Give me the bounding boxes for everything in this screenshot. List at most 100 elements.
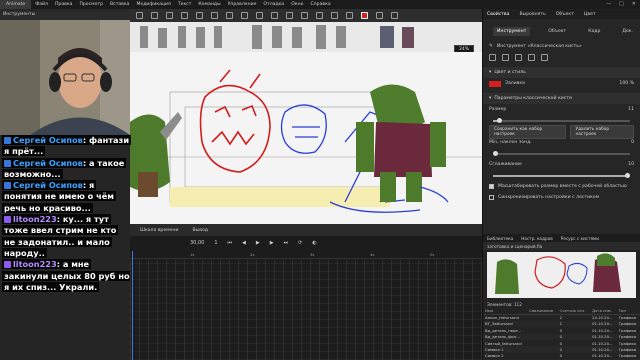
onion-skin-icon[interactable]: ◐ [312, 240, 316, 246]
menu-edit[interactable]: Правка [55, 2, 72, 7]
tilt-slider[interactable] [493, 150, 630, 156]
streamer-webcam-image [0, 20, 130, 135]
brush-lock-icon[interactable] [515, 54, 522, 61]
oval-tool-icon[interactable] [256, 12, 263, 19]
swap-colors-icon[interactable] [391, 12, 398, 19]
tab-frame-presets[interactable]: Настр. кадров [521, 236, 552, 241]
lasso-tool-icon[interactable] [181, 12, 188, 19]
subtab-tool[interactable]: Инструмент [493, 26, 531, 36]
paint-bucket-icon[interactable] [316, 12, 323, 19]
pen-tool-icon[interactable] [196, 12, 203, 19]
menu-debug[interactable]: Отладка [263, 2, 284, 7]
menu-bar: Animate Файл Правка Просмотр Вставка Мод… [0, 0, 640, 9]
tab-object[interactable]: Объект [556, 12, 574, 17]
subtab-object[interactable]: Объект [544, 27, 570, 36]
smoothing-value[interactable]: 10 [628, 162, 634, 167]
user-badge-icon [4, 182, 11, 190]
tab-timeline[interactable]: Шкала времени [140, 228, 178, 233]
scale-with-stage-checkbox[interactable] [489, 184, 494, 189]
fill-color-swatch[interactable] [489, 80, 501, 87]
eraser-tool-icon[interactable] [346, 12, 353, 19]
tilt-label: Min, наклон зонд. [489, 140, 532, 145]
delete-preset-button[interactable]: Удалить набор настроек [570, 124, 634, 139]
timeline-ruler[interactable]: 1s 2s 3s 4s 5s [130, 251, 482, 259]
bone-tool-icon[interactable] [301, 12, 308, 19]
smoothing-slider-fill [493, 174, 628, 177]
tilt-value[interactable]: 0 [631, 140, 634, 145]
sync-eraser-label: Синхронизировать настройки с ластиком [498, 195, 600, 200]
stream-chat-overlay: Сергей Осипов: фантази я прёт... Сергей … [0, 135, 132, 360]
smoothing-slider-knob[interactable] [624, 172, 630, 178]
fill-color-swatch[interactable] [376, 12, 383, 19]
last-frame-icon[interactable]: ⏭ [284, 240, 289, 246]
brush-tool-icon[interactable] [286, 12, 293, 19]
menu-view[interactable]: Просмотр [79, 2, 103, 7]
playhead[interactable] [132, 251, 133, 360]
line-tool-icon[interactable] [226, 12, 233, 19]
subselect-tool-icon[interactable] [151, 12, 158, 19]
chat-username: litoon223 [13, 214, 57, 225]
brush-section-header[interactable]: ▾ Параметры классической кисти [483, 93, 640, 104]
tab-color[interactable]: Цвет [584, 12, 596, 17]
stroke-color-swatch[interactable] [361, 12, 368, 19]
fps-display[interactable]: 30,00 [190, 240, 204, 246]
stage-canvas[interactable] [130, 52, 482, 224]
save-preset-button[interactable]: Сохранить как набор настроек [489, 124, 567, 139]
menu-text[interactable]: Текст [178, 2, 192, 7]
size-label: Размер [489, 107, 507, 112]
tab-properties[interactable]: Свойства [487, 12, 509, 17]
brush-mode-row [483, 52, 640, 63]
brush-shape-icon[interactable] [502, 54, 509, 61]
brush-mode-icon[interactable] [489, 54, 496, 61]
subtab-document[interactable]: Док. [618, 27, 637, 36]
menu-file[interactable]: Файл [35, 2, 48, 7]
column-header[interactable]: Связывание [527, 308, 558, 315]
eyedropper-icon[interactable] [331, 12, 338, 19]
selection-tool-icon[interactable] [136, 12, 143, 19]
menu-help[interactable]: Справка [310, 2, 330, 7]
tool-name: Инструмент «Классическая кисть» [496, 44, 582, 49]
minimize-button[interactable]: — [606, 1, 611, 7]
sync-eraser-checkbox[interactable] [489, 195, 494, 200]
smoothing-row: Сглаживание 10 [483, 159, 640, 170]
fill-alpha[interactable]: 100 % [619, 81, 634, 86]
preset-row: Сохранить как набор настроек Удалить наб… [483, 124, 640, 139]
brush-pressure-icon[interactable] [528, 54, 535, 61]
tab-output[interactable]: Вывод [192, 228, 207, 233]
ruler-mark: 4s [370, 252, 375, 257]
size-slider-knob[interactable] [497, 117, 503, 123]
chat-username: Сергей Осипов [13, 180, 83, 191]
tilt-slider-knob[interactable] [493, 150, 498, 156]
rectangle-tool-icon[interactable] [241, 12, 248, 19]
tab-brush-library[interactable]: Ресурс с кистями [561, 236, 599, 241]
tab-library[interactable]: Библиотека [487, 236, 513, 241]
menu-control[interactable]: Управление [228, 2, 257, 7]
frame-display[interactable]: 1 [214, 240, 217, 246]
menu-commands[interactable]: Команды [198, 2, 220, 7]
menu-window[interactable]: Окно [291, 2, 303, 7]
menu-insert[interactable]: Вставка [110, 2, 129, 7]
text-tool-icon[interactable] [211, 12, 218, 19]
column-header[interactable]: Счетчик исп. [557, 308, 591, 315]
tab-align[interactable]: Выровнять [519, 12, 545, 17]
menu-modify[interactable]: Модификация [136, 2, 170, 7]
size-value[interactable]: 11 [628, 107, 634, 112]
prev-frame-icon[interactable]: ◀ [242, 240, 246, 246]
play-icon[interactable]: ▶ [256, 240, 260, 246]
loop-icon[interactable]: ⟳ [298, 240, 302, 246]
next-frame-icon[interactable]: ▶ [270, 240, 274, 246]
fill-section-header[interactable]: ▾ Цвет и стиль [483, 67, 640, 78]
transform-tool-icon[interactable] [166, 12, 173, 19]
subtab-frame[interactable]: Кадр [584, 27, 604, 36]
canvas-header: 24% [130, 22, 482, 54]
user-badge-icon [4, 216, 11, 224]
smoothing-slider[interactable] [493, 172, 630, 178]
size-slider[interactable] [493, 117, 630, 123]
library-document-select[interactable]: заготовка и сценарий.fla [483, 242, 640, 250]
first-frame-icon[interactable]: ⏮ [228, 240, 233, 246]
close-button[interactable]: ✕ [632, 1, 636, 7]
brush-tilt-icon[interactable] [541, 54, 548, 61]
timeline-frames-grid[interactable] [130, 260, 482, 360]
maximize-button[interactable]: □ [619, 1, 624, 7]
pencil-tool-icon[interactable] [271, 12, 278, 19]
